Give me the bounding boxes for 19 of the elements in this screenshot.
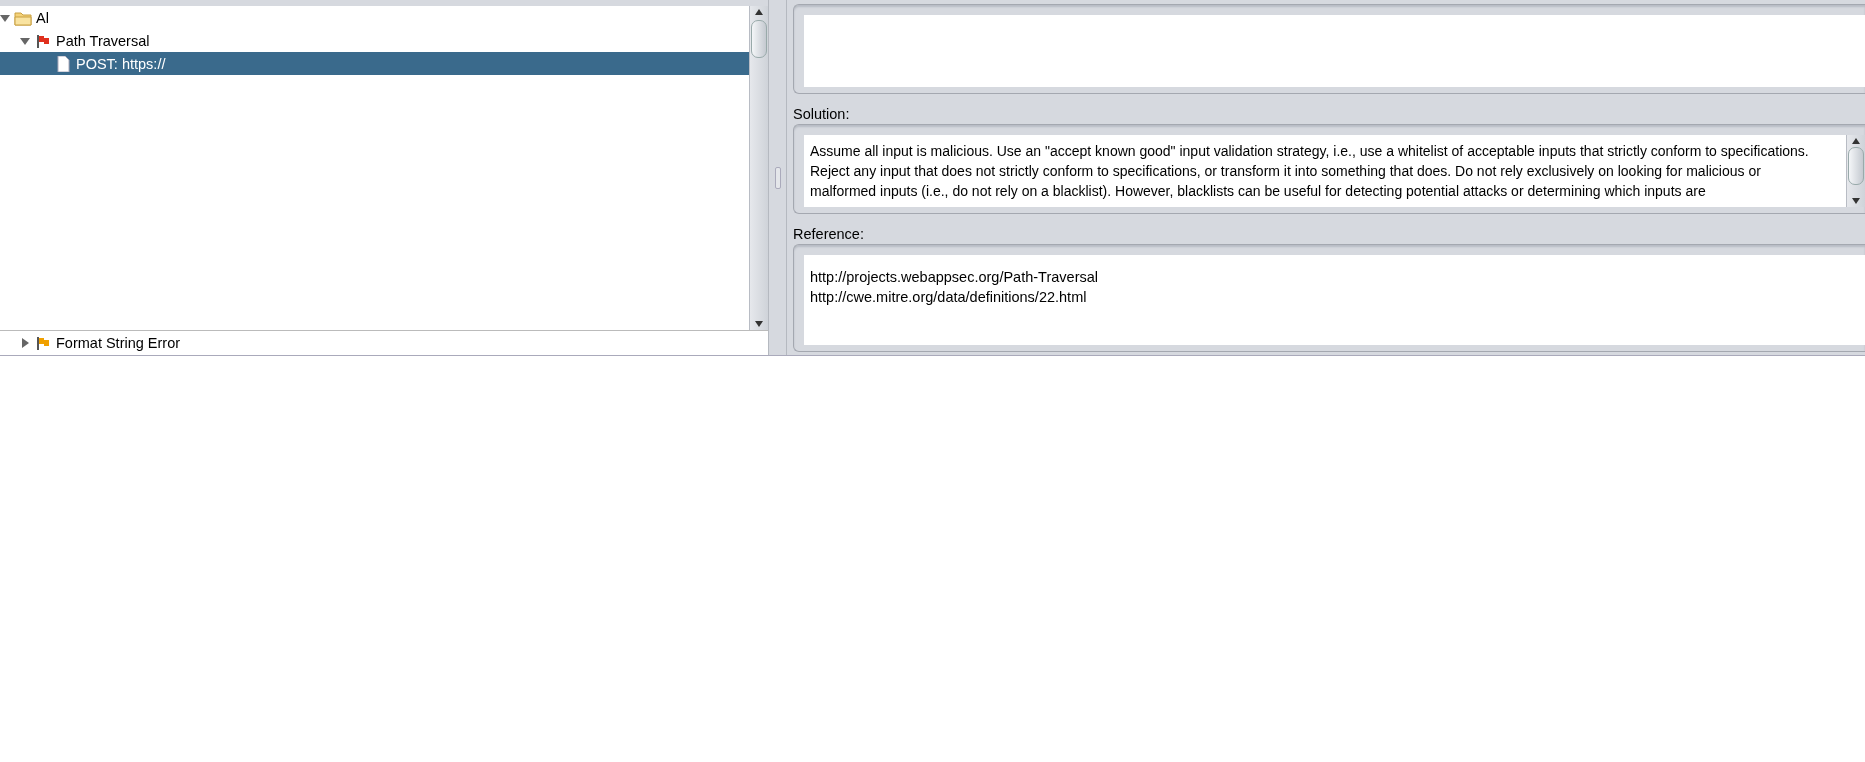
- tree-item[interactable]: Al: [0, 6, 749, 29]
- reference-label: Reference:: [793, 225, 865, 244]
- scrollbar[interactable]: [749, 6, 768, 330]
- solution-label: Solution:: [793, 105, 851, 124]
- folder-icon: [14, 9, 32, 26]
- solution-text: Assume all input is malicious. Use an "accept known good" input validation strategy, i.e., use a whitelist of acceptable inputs that strictly conform to specifications. Reject any input that does not strictly conform to specifications, or transform it into something that does. Do not rely exclusively on looking for malicious or malformed inputs (i.e., do not rely on a blacklist). However, blacklists can be useful for detecting potential attacks or determining which inputs are: [809, 142, 1810, 201]
- document-icon: [54, 55, 72, 72]
- tree-item[interactable]: POST: https://: [0, 52, 749, 75]
- scroll-thumb[interactable]: [751, 20, 767, 58]
- scrollbar[interactable]: [1846, 135, 1865, 207]
- reference-link[interactable]: http://projects.webappsec.org/Path-Traversal: [810, 267, 1098, 287]
- collapse-arrow-icon[interactable]: [20, 35, 30, 46]
- tree-item[interactable]: Path Traversal: [0, 29, 749, 52]
- splitter-handle[interactable]: [774, 166, 781, 189]
- scroll-thumb[interactable]: [1848, 147, 1864, 185]
- collapse-arrow-icon[interactable]: [0, 12, 10, 23]
- reference-link[interactable]: http://cwe.mitre.org/data/definitions/22.html: [810, 287, 1087, 307]
- expand-arrow-icon[interactable]: [20, 337, 30, 348]
- tree-item[interactable]: Format String Error: [0, 331, 768, 354]
